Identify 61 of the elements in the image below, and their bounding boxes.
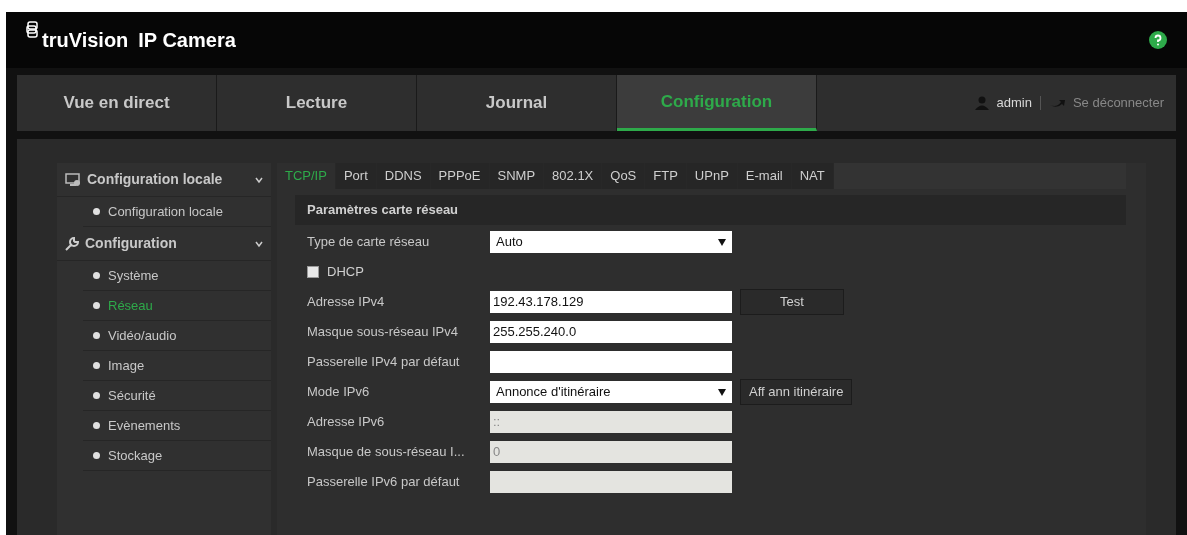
input-field[interactable]: 255.255.240.0: [490, 321, 732, 343]
field-label: Adresse IPv4: [307, 293, 386, 312]
tab[interactable]: E-mail: [737, 163, 792, 189]
sidebar-item[interactable]: Stockage: [108, 445, 163, 466]
sidebar-item[interactable]: Configuration locale: [108, 201, 223, 222]
nav-tab[interactable]: Lecture: [217, 75, 417, 131]
dropdown[interactable]: Auto: [490, 231, 732, 253]
action-button[interactable]: Test: [740, 289, 844, 315]
sidebar-item[interactable]: Vidéo/audio: [108, 325, 177, 346]
tab[interactable]: PPPoE: [430, 163, 490, 189]
bullet-icon: [93, 392, 100, 399]
bullet-icon: [93, 452, 100, 459]
nav-tab[interactable]: Configuration: [617, 75, 817, 131]
tab[interactable]: TCP/IP: [277, 163, 336, 189]
tab[interactable]: NAT: [791, 163, 834, 189]
tab[interactable]: SNMP: [489, 163, 545, 189]
logo-icon: [26, 21, 40, 39]
tab[interactable]: 802.1X: [544, 163, 603, 189]
tab[interactable]: FTP: [645, 163, 687, 189]
checkbox-label: DHCP: [327, 263, 364, 282]
tab[interactable]: QoS: [602, 163, 646, 189]
bullet-icon: [93, 208, 100, 215]
field-label: Adresse IPv6: [307, 413, 386, 432]
action-button[interactable]: Aff ann itinéraire: [740, 379, 853, 405]
bullet-icon: [93, 332, 100, 339]
app-title: IP Camera: [138, 28, 236, 53]
logout-link[interactable]: Se déconnecter: [1072, 93, 1164, 113]
user-icon: [974, 96, 989, 110]
sidebar-item[interactable]: Système: [108, 265, 159, 286]
field-label: Mode IPv6: [307, 383, 371, 402]
sidebar-item[interactable]: Réseau: [108, 295, 153, 316]
tab[interactable]: Port: [335, 163, 377, 189]
field-label: Masque de sous-réseau I...: [307, 443, 466, 462]
sidebar-item[interactable]: Evènements: [108, 415, 181, 436]
nav-tab[interactable]: Vue en direct: [17, 75, 217, 131]
dropdown[interactable]: Annonce d'itinéraire: [490, 381, 732, 403]
section-header: Paramètres carte réseau: [295, 195, 1126, 225]
tab[interactable]: UPnP: [686, 163, 738, 189]
monitor-icon: [65, 172, 81, 187]
input-field[interactable]: 192.43.178.129: [490, 291, 732, 313]
brand-name: truVision: [42, 28, 129, 53]
bullet-icon: [93, 362, 100, 369]
field-label: Passerelle IPv6 par défaut: [307, 473, 461, 492]
input-field[interactable]: [490, 351, 732, 373]
wrench-icon: [65, 236, 79, 251]
sidebar-item[interactable]: Image: [108, 355, 145, 376]
tab[interactable]: DDNS: [376, 163, 431, 189]
sidebar-group[interactable]: Configuration: [85, 233, 249, 254]
field-label: Type de carte réseau: [307, 233, 431, 252]
dropdown-arrow-icon: [718, 388, 726, 396]
help-icon[interactable]: [1149, 31, 1167, 49]
sidebar-item[interactable]: Sécurité: [108, 385, 156, 406]
bullet-icon: [93, 272, 100, 279]
checkbox[interactable]: [307, 266, 319, 278]
bullet-icon: [93, 422, 100, 429]
sidebar-group[interactable]: Configuration locale: [87, 169, 249, 190]
dropdown-arrow-icon: [718, 238, 726, 246]
user-name: admin: [996, 94, 1032, 113]
field-label: Masque sous-réseau IPv4: [307, 323, 460, 342]
field-label: Passerelle IPv4 par défaut: [307, 353, 461, 372]
bullet-icon: [93, 302, 100, 309]
